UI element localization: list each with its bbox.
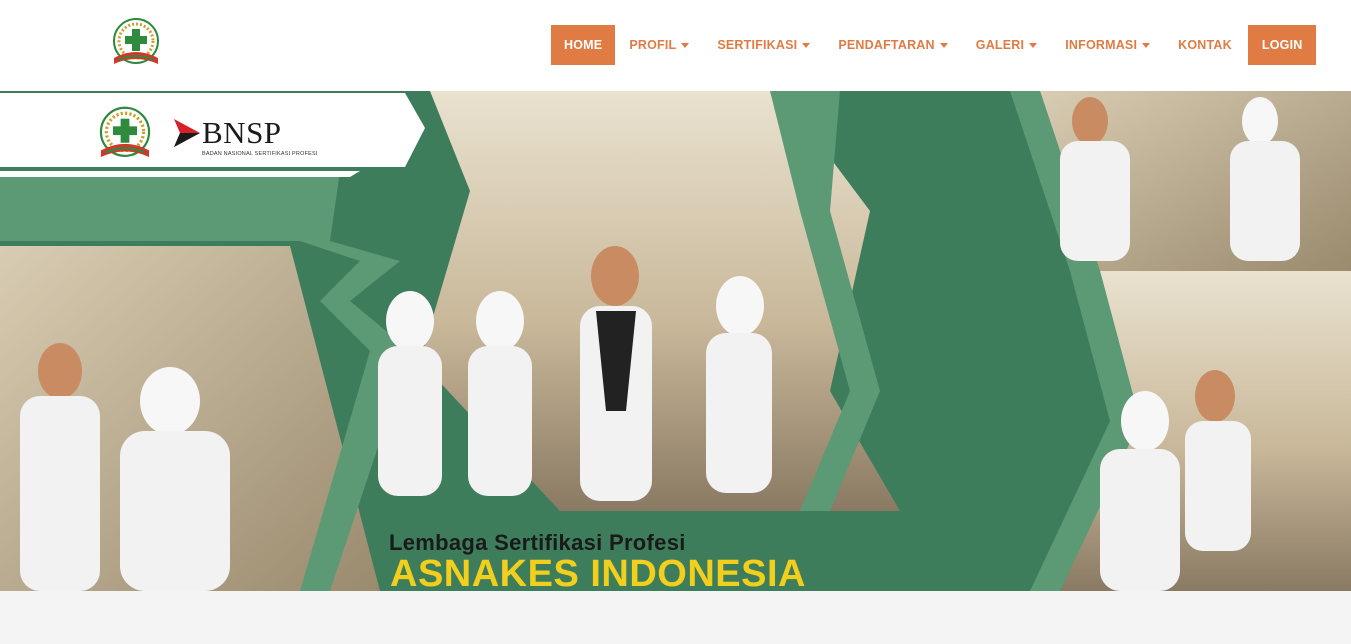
hero-caption-line2: ASNAKES INDONESIA (390, 553, 806, 591)
hero-seal (90, 100, 160, 168)
caret-down-icon (939, 42, 948, 48)
nav-profil[interactable]: PROFIL (615, 25, 703, 65)
nav-sertifikasi-label: SERTIFIKASI (717, 38, 798, 52)
caret-down-icon (802, 42, 811, 48)
nav-kontak[interactable]: KONTAK (1164, 25, 1246, 65)
bnsp-subtitle: BADAN NASIONAL SERTIFIKASI PROFESI (202, 151, 318, 157)
bnsp-word: BNSP (202, 115, 282, 150)
lsp-asnakes-seal-icon (113, 18, 159, 64)
login-button[interactable]: LOGIN (1247, 25, 1317, 65)
caret-down-icon (681, 42, 690, 48)
nav-sertifikasi[interactable]: SERTIFIKASI (703, 25, 824, 65)
nav-informasi-label: INFORMASI (1065, 38, 1138, 52)
nav-profil-label: PROFIL (629, 38, 677, 52)
nav-galeri[interactable]: GALERI (962, 25, 1051, 65)
navbar: HOME PROFIL SERTIFIKASI PENDAFTARAN GALE… (0, 0, 1351, 91)
site-logo[interactable] (104, 16, 168, 70)
caret-down-icon (1029, 42, 1038, 48)
bnsp-mark-icon (174, 119, 200, 147)
nav-galeri-label: GALERI (975, 38, 1025, 52)
page-section-below-hero (0, 591, 1351, 644)
nav-kontak-label: KONTAK (1178, 38, 1232, 52)
nav-home-label: HOME (564, 38, 603, 52)
nav-pendaftaran[interactable]: PENDAFTARAN (824, 25, 961, 65)
nav-pendaftaran-label: PENDAFTARAN (838, 38, 935, 52)
brand-strip-underline (0, 171, 360, 177)
lsp-asnakes-seal-icon (99, 106, 151, 157)
hero-banner: BNSP BADAN NASIONAL SERTIFIKASI PROFESI … (0, 91, 1351, 591)
nav-home[interactable]: HOME (551, 25, 616, 65)
main-nav: HOME PROFIL SERTIFIKASI PENDAFTARAN GALE… (551, 25, 1317, 65)
nav-informasi[interactable]: INFORMASI (1051, 25, 1164, 65)
login-label: LOGIN (1261, 38, 1303, 52)
caret-down-icon (1142, 42, 1151, 48)
hero-brand: BNSP BADAN NASIONAL SERTIFIKASI PROFESI (0, 95, 430, 169)
bnsp-logo: BNSP BADAN NASIONAL SERTIFIKASI PROFESI (172, 113, 317, 159)
